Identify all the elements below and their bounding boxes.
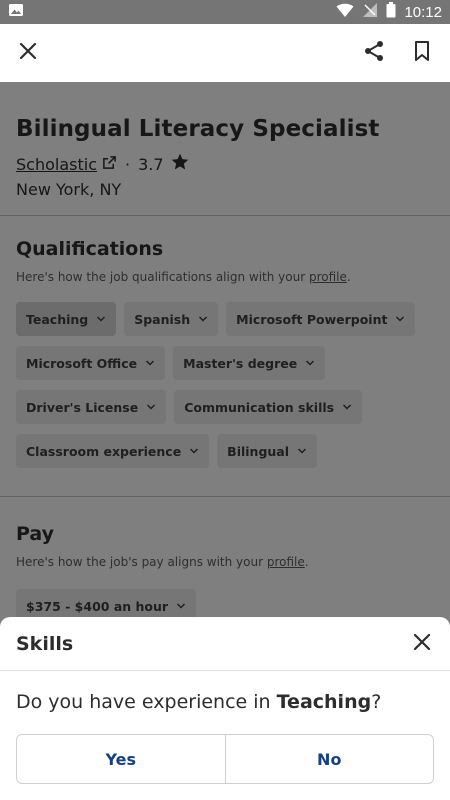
question-mark: ? [371, 691, 382, 713]
signal-icon [362, 2, 378, 22]
close-button[interactable] [10, 35, 46, 71]
sheet-question: Do you have experience in Teaching? [16, 691, 434, 713]
share-button[interactable] [356, 35, 392, 71]
bookmark-button[interactable] [404, 35, 440, 71]
bookmark-icon [410, 39, 434, 67]
yes-button[interactable]: Yes [17, 735, 225, 783]
wifi-icon [336, 2, 354, 22]
app-bar [0, 24, 450, 82]
share-icon [362, 39, 386, 67]
sheet-header: Skills [0, 617, 450, 671]
question-text: Do you have experience in [16, 691, 277, 713]
close-icon [16, 39, 40, 67]
sheet-title: Skills [16, 632, 74, 655]
question-skill: Teaching [276, 691, 372, 713]
status-bar: 10:12 [0, 0, 450, 24]
close-icon [410, 630, 434, 658]
clock: 10:12 [404, 3, 442, 21]
image-notification-icon [8, 2, 24, 22]
no-button[interactable]: No [224, 735, 434, 783]
answer-buttons: Yes No [16, 734, 434, 784]
skills-bottom-sheet: Skills Do you have experience in Teachin… [0, 617, 450, 800]
battery-icon [386, 2, 396, 22]
sheet-close-button[interactable] [404, 626, 440, 662]
